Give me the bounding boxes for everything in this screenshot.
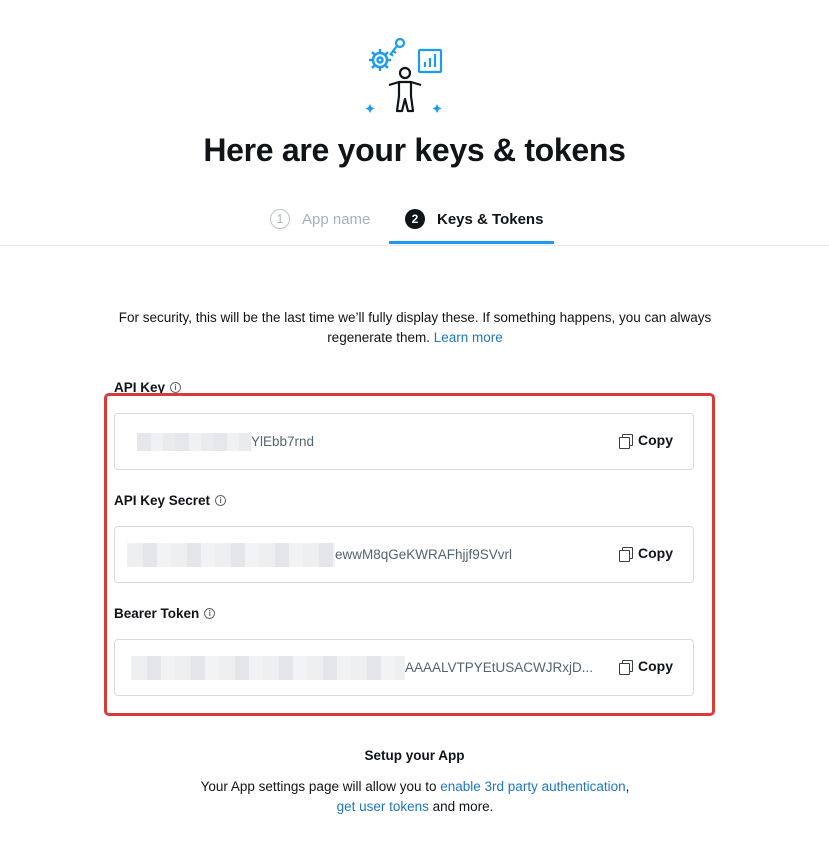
- enable-3rd-party-auth-link[interactable]: enable 3rd party authentication: [440, 779, 625, 794]
- setup-separator: ,: [625, 779, 630, 794]
- setup-text-before: Your App settings page will allow you to: [200, 779, 441, 794]
- step-number-1: 1: [270, 209, 290, 229]
- page-title: Here are your keys & tokens: [203, 132, 626, 168]
- tab-keys-and-tokens[interactable]: 2 Keys & Tokens: [405, 208, 543, 230]
- tab-label: Keys & Tokens: [437, 210, 544, 228]
- step-tabs: 1 App name 2 Keys & Tokens: [0, 208, 829, 246]
- info-icon[interactable]: i: [170, 382, 182, 393]
- setup-text-after: and more.: [428, 799, 494, 814]
- learn-more-link[interactable]: Learn more: [434, 330, 503, 345]
- setup-app-description: Your App settings page will allow you to…: [200, 777, 630, 817]
- active-tab-indicator: [389, 241, 554, 244]
- developer-illustration-icon: [365, 37, 443, 113]
- key-icon: [389, 37, 406, 57]
- step-number-2: 2: [405, 209, 425, 229]
- header-section: Here are your keys & tokens 1 App name 2…: [0, 0, 829, 246]
- get-user-tokens-link[interactable]: get user tokens: [337, 799, 429, 814]
- tab-app-name[interactable]: 1 App name: [270, 208, 370, 230]
- tab-label: App name: [302, 210, 371, 228]
- notice-text: For security, this will be the last time…: [118, 310, 712, 345]
- security-notice: For security, this will be the last time…: [100, 308, 730, 348]
- setup-app-heading: Setup your App: [364, 748, 465, 763]
- highlight-annotation-box: [104, 393, 715, 716]
- gear-icon: [369, 49, 391, 71]
- person-icon: [388, 66, 422, 113]
- chart-icon: [417, 48, 443, 74]
